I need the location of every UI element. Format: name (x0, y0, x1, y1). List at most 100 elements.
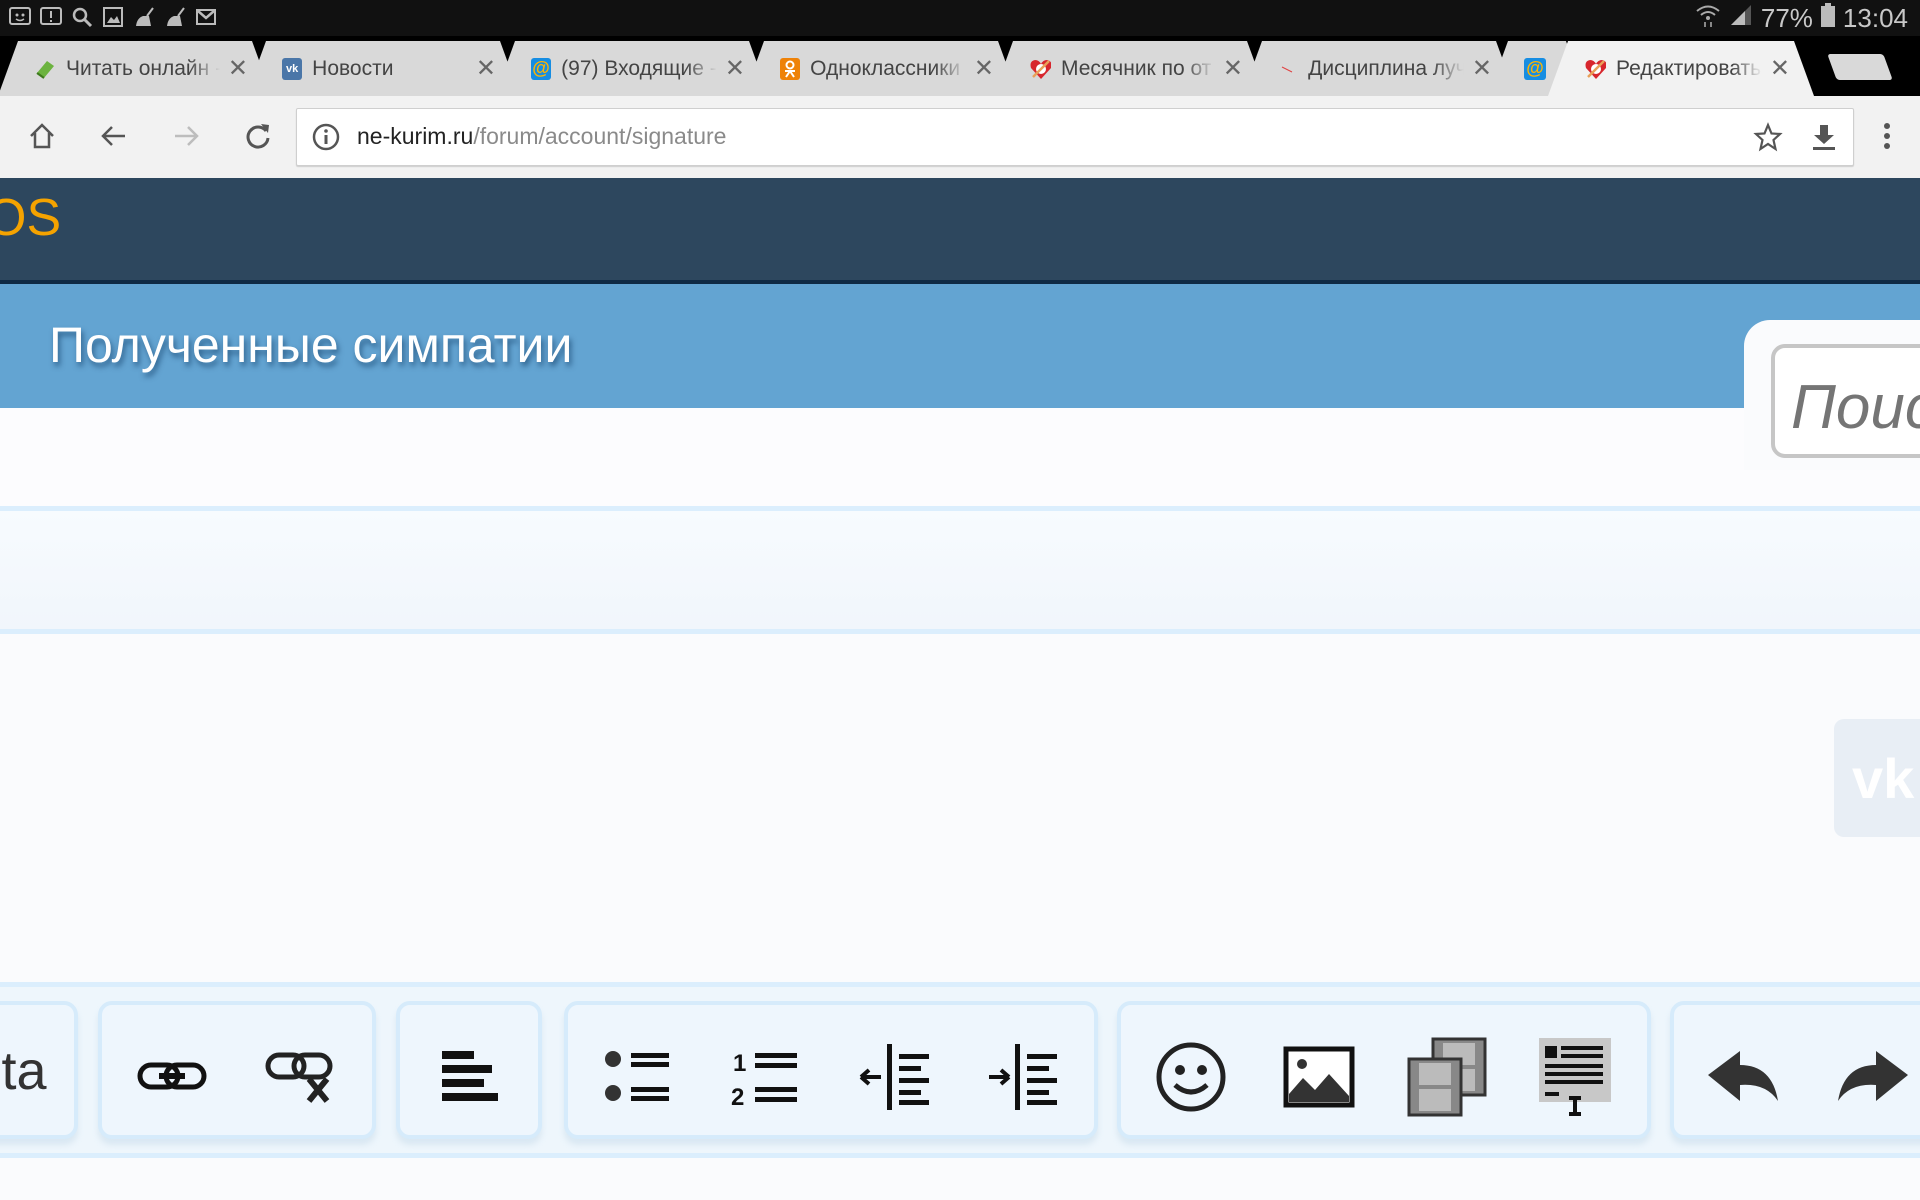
undo-icon (1708, 1051, 1778, 1101)
more-menu-icon[interactable] (1872, 118, 1902, 158)
close-icon[interactable]: ✕ (1223, 54, 1243, 83)
vk-icon: vk (282, 57, 303, 80)
bullet-list-button[interactable] (598, 1041, 678, 1113)
quote-icon (1539, 1038, 1611, 1116)
outdent-button[interactable] (854, 1041, 934, 1113)
font-size-button[interactable]: ta (0, 1035, 64, 1107)
url-path: /forum/account/signature (473, 123, 727, 149)
link-button[interactable] (132, 1041, 212, 1113)
download-icon[interactable] (1809, 122, 1839, 157)
back-button[interactable] (94, 116, 134, 156)
bookmark-star-icon[interactable] (1753, 122, 1783, 157)
link-group (98, 1001, 376, 1139)
tab[interactable]: Дисциплина луч ✕ (1266, 41, 1492, 96)
home-icon (30, 123, 54, 149)
numbered-list-icon: 12 (731, 1050, 797, 1109)
close-icon[interactable]: ✕ (974, 54, 994, 83)
image-icon (1283, 1046, 1355, 1108)
battery-icon (1820, 3, 1835, 34)
tab[interactable]: Одноклассники ✕ (768, 41, 994, 96)
site-header: OS (0, 178, 1920, 284)
content-area (0, 408, 1920, 506)
undo-button[interactable] (1704, 1041, 1784, 1113)
history-group (1670, 1001, 1920, 1139)
page-title: Полученные симпатии (49, 317, 573, 373)
tab[interactable]: vk Новости ✕ (270, 41, 496, 96)
gmail-icon (194, 5, 218, 29)
reload-button[interactable] (238, 116, 278, 156)
system-status: 77% 13:04 (1695, 2, 1908, 35)
svg-text:1: 1 (733, 1050, 746, 1077)
media-icon (1407, 1037, 1487, 1117)
bullet-list-icon (605, 1051, 669, 1101)
outdent-icon (859, 1044, 929, 1110)
image-button[interactable] (1279, 1041, 1359, 1113)
search-icon (70, 5, 94, 29)
mail-ru-icon: @ (1524, 57, 1546, 80)
browser-tab-strip: Читать онлайн - ✕ vk Новости ✕ @ (97) Вх… (0, 36, 1920, 96)
android-status-bar: 77% 13:04 (0, 0, 1920, 36)
redo-button[interactable] (1832, 1041, 1912, 1113)
alert-icon (39, 5, 63, 29)
signature-editor-area[interactable] (0, 634, 1920, 982)
numbered-list-button[interactable]: 12 (726, 1041, 806, 1113)
info-icon[interactable] (311, 122, 341, 157)
no-smoking-heart-icon (1584, 58, 1606, 80)
align-left-button[interactable] (430, 1041, 510, 1113)
search-input[interactable] (1771, 344, 1920, 458)
tab[interactable]: Читать онлайн - ✕ (22, 41, 248, 96)
tab-title: Редактировать (1616, 56, 1762, 80)
list-group: 12 (564, 1001, 1098, 1139)
tab-title: (97) Входящие - (561, 56, 717, 80)
arrow-right-icon (175, 126, 199, 146)
tab[interactable]: @ (97) Входящие - ✕ (519, 41, 745, 96)
quote-button[interactable] (1535, 1038, 1615, 1116)
dash-icon (1278, 58, 1298, 80)
close-icon[interactable]: ✕ (725, 54, 745, 83)
address-bar[interactable]: ne-kurim.ru/forum/account/signature (296, 108, 1854, 166)
tab-title: Новости (312, 56, 394, 80)
mail-ru-icon: @ (531, 57, 552, 80)
forward-button[interactable] (166, 116, 206, 156)
cleaner-icon (163, 5, 187, 29)
no-smoking-heart-icon (1029, 58, 1051, 80)
close-icon[interactable]: ✕ (1472, 54, 1492, 83)
vk-share-widget[interactable]: vk (1834, 719, 1920, 837)
battery-percent: 77% (1760, 3, 1813, 33)
vk-icon: vk (1852, 746, 1915, 810)
new-tab-button[interactable] (1827, 54, 1893, 80)
redo-icon (1838, 1051, 1908, 1101)
smilie-button[interactable] (1151, 1041, 1231, 1113)
close-icon[interactable]: ✕ (476, 54, 496, 83)
tab-title: Месячник по от (1061, 56, 1212, 80)
insert-group (1117, 1001, 1651, 1139)
odnoklassniki-icon (780, 57, 801, 80)
media-button[interactable] (1407, 1037, 1487, 1117)
arrow-left-icon (101, 126, 125, 146)
tab-title: Читать онлайн - (66, 56, 220, 80)
clock: 13:04 (1842, 3, 1908, 33)
align-group (396, 1001, 542, 1139)
close-icon[interactable]: ✕ (1770, 54, 1790, 83)
reload-icon (246, 124, 270, 149)
unlink-button[interactable] (260, 1041, 340, 1113)
link-icon (137, 1062, 207, 1090)
close-icon[interactable]: ✕ (228, 54, 248, 83)
site-logo[interactable]: OS (0, 188, 61, 248)
section-title-bar: Полученные симпатии (0, 284, 1920, 408)
url-host: ne-kurim.ru (357, 123, 474, 149)
home-button[interactable] (22, 116, 62, 156)
indent-button[interactable] (982, 1041, 1062, 1113)
indent-icon (989, 1044, 1057, 1110)
unlink-icon (265, 1052, 333, 1103)
smilie-icon (1156, 1042, 1226, 1112)
tab[interactable]: Месячник по от ✕ (1017, 41, 1243, 96)
browser-toolbar: ne-kurim.ru/forum/account/signature (0, 96, 1920, 178)
page-footer-area (0, 1158, 1920, 1200)
font-size-icon: ta (1, 1041, 47, 1101)
tab-active[interactable]: Редактировать ✕ (1572, 41, 1790, 96)
cleaner-icon (132, 5, 156, 29)
align-left-icon (442, 1051, 498, 1101)
url-text[interactable]: ne-kurim.ru/forum/account/signature (357, 123, 726, 150)
editor-toolbar: ta 12 (0, 982, 1920, 1158)
